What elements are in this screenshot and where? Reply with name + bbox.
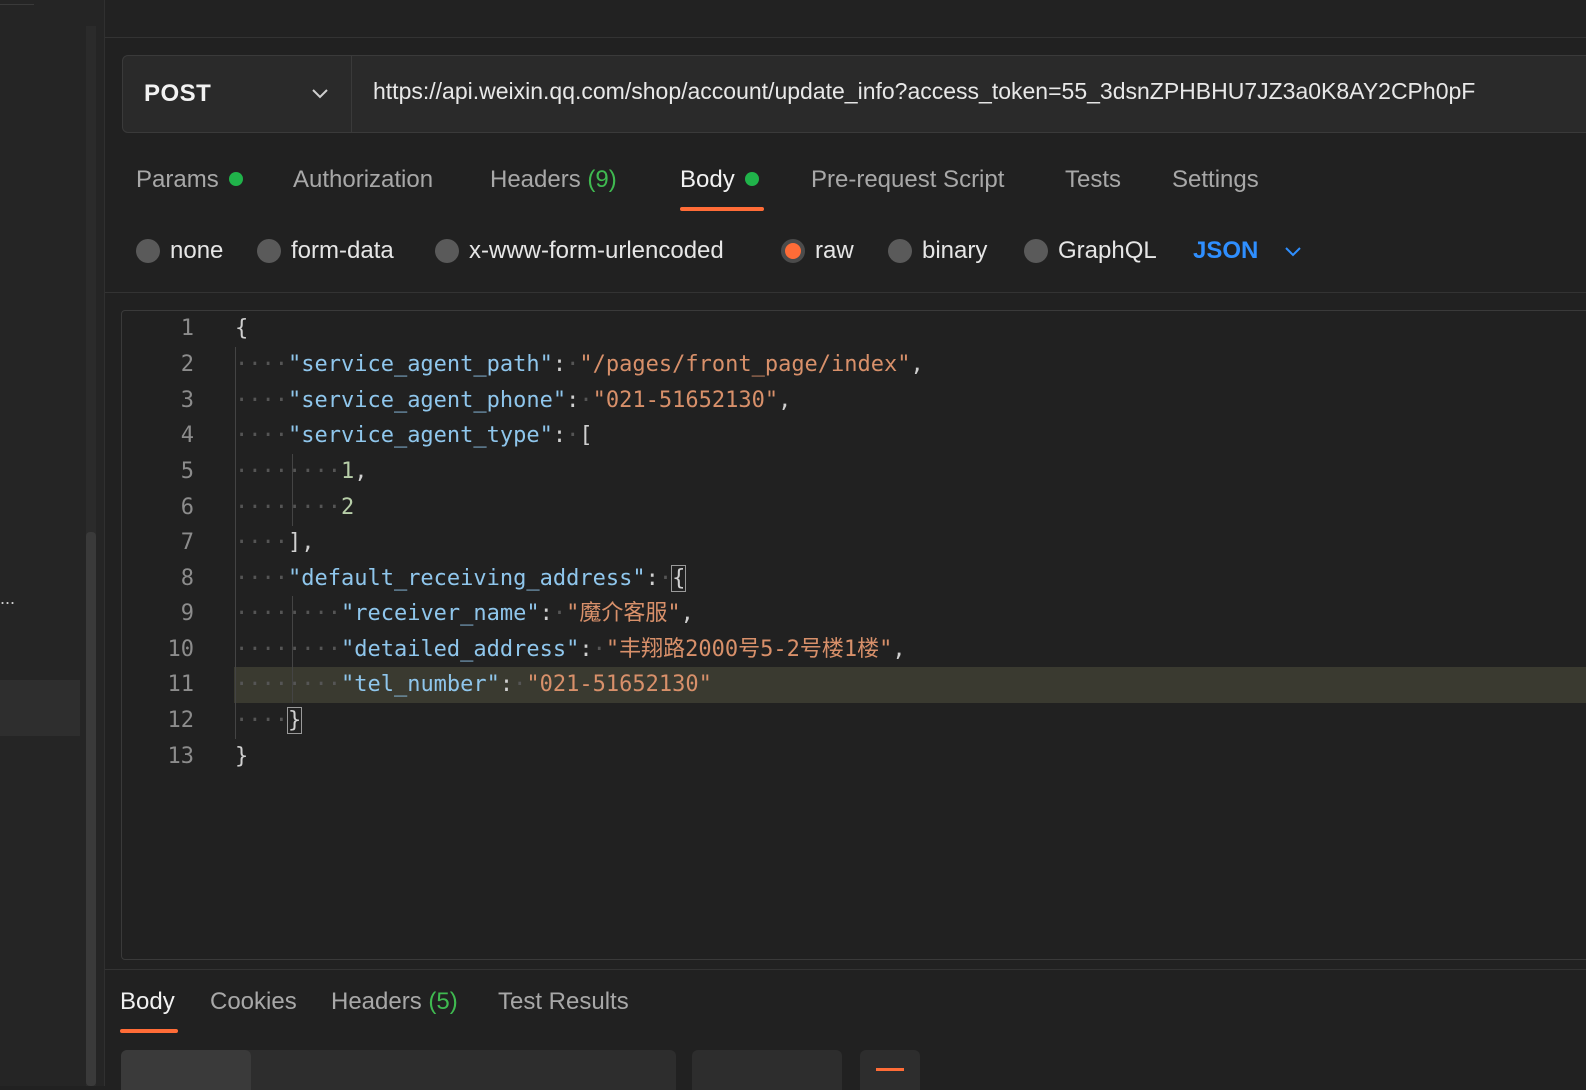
radio-circle-icon xyxy=(136,239,160,263)
divider xyxy=(105,292,1586,293)
code-line: } xyxy=(235,744,249,769)
headers-count: (9) xyxy=(587,166,617,193)
response-format-select[interactable] xyxy=(692,1050,842,1090)
tab-tests[interactable]: Tests xyxy=(1065,166,1121,194)
tab-params[interactable]: Params xyxy=(136,166,243,194)
active-tab-indicator xyxy=(680,207,764,211)
tab-pre-request-script[interactable]: Pre-request Script xyxy=(811,166,1004,194)
line-number: 2 xyxy=(180,352,194,377)
code-line: ····"service_agent_type":·[ xyxy=(235,423,593,448)
line-number: 6 xyxy=(180,495,194,520)
code-line: ········"tel_number":·"021-51652130" xyxy=(235,672,712,697)
response-tab-headers[interactable]: Headers (5) xyxy=(331,988,458,1016)
sidebar-scrollbar-thumb[interactable] xyxy=(86,532,96,1086)
sidebar-ellipsis: ... xyxy=(0,588,16,608)
response-tab-body[interactable]: Body xyxy=(120,988,175,1016)
radio-circle-icon xyxy=(435,239,459,263)
tab-authorization[interactable]: Authorization xyxy=(293,166,433,194)
tab-label: Params xyxy=(136,166,219,193)
sidebar: ... xyxy=(0,0,105,1086)
radio-label: form-data xyxy=(291,237,394,264)
code-line: ····"service_agent_path":·"/pages/front_… xyxy=(235,352,924,377)
radio-label: GraphQL xyxy=(1058,237,1157,264)
wrap-lines-button[interactable] xyxy=(860,1050,920,1090)
chevron-down-icon xyxy=(312,89,328,99)
radio-graphql[interactable]: GraphQL xyxy=(1024,237,1157,265)
divider xyxy=(105,969,1586,970)
line-number: 5 xyxy=(180,459,194,484)
tab-headers[interactable]: Headers (9) xyxy=(490,166,617,194)
tab-label: Pre-request Script xyxy=(811,166,1005,193)
tab-label: Body xyxy=(680,166,735,193)
code-line: ····"default_receiving_address":·{ xyxy=(235,565,687,592)
line-number: 8 xyxy=(180,566,194,591)
line-number: 11 xyxy=(167,672,195,697)
radio-selected-icon xyxy=(781,239,805,263)
line-number: 12 xyxy=(167,708,195,733)
sidebar-top-edge xyxy=(0,0,34,5)
response-tab-cookies[interactable]: Cookies xyxy=(210,988,297,1016)
code-line: ····} xyxy=(235,707,303,734)
code-line: ········1, xyxy=(235,459,368,484)
tab-label: Authorization xyxy=(293,166,434,193)
radio-x-www-form-urlencoded[interactable]: x-www-form-urlencoded xyxy=(435,237,724,265)
radio-label: x-www-form-urlencoded xyxy=(469,237,724,264)
method-select[interactable]: POST xyxy=(123,56,352,132)
active-tab-indicator xyxy=(120,1029,178,1033)
radio-label: binary xyxy=(922,237,988,264)
status-dot-icon xyxy=(228,171,243,186)
code-line: ········"detailed_address":·"丰翔路2000号5-2… xyxy=(235,637,906,662)
tab-label: Settings xyxy=(1172,166,1259,193)
language-select[interactable]: JSON xyxy=(1193,237,1258,265)
code-line: ····"service_agent_phone":·"021-51652130… xyxy=(235,388,792,413)
line-number: 4 xyxy=(180,423,194,448)
tab-body[interactable]: Body xyxy=(680,166,759,194)
method-label: POST xyxy=(144,80,212,107)
radio-circle-icon xyxy=(888,239,912,263)
radio-form-data[interactable]: form-data xyxy=(257,237,394,265)
line-number: 7 xyxy=(180,530,194,555)
radio-circle-icon xyxy=(257,239,281,263)
line-number: 10 xyxy=(167,637,195,662)
radio-raw[interactable]: raw xyxy=(781,237,854,265)
tab-label: Tests xyxy=(1065,166,1122,193)
line-number: 9 xyxy=(180,601,194,626)
top-bar xyxy=(105,0,1586,38)
tab-settings[interactable]: Settings xyxy=(1172,166,1259,194)
tab-label: Headers xyxy=(490,166,581,193)
radio-circle-icon xyxy=(1024,239,1048,263)
line-number: 1 xyxy=(180,316,194,341)
radio-none[interactable]: none xyxy=(136,237,223,265)
status-dot-icon xyxy=(744,171,759,186)
code-line: ········"receiver_name":·"魔介客服", xyxy=(235,601,694,626)
request-bar: POST https://api.weixin.qq.com/shop/acco… xyxy=(122,55,1586,133)
radio-label: none xyxy=(170,237,224,264)
code-line: ····], xyxy=(235,530,315,555)
chevron-down-icon[interactable] xyxy=(1282,240,1304,262)
wrap-icon xyxy=(876,1068,904,1071)
url-input[interactable]: https://api.weixin.qq.com/shop/account/u… xyxy=(373,78,1475,105)
response-tab-test-results[interactable]: Test Results xyxy=(498,988,629,1016)
line-number: 13 xyxy=(167,744,195,769)
code-line: { xyxy=(235,316,249,341)
line-number: 3 xyxy=(180,388,194,413)
response-view-selected-segment[interactable] xyxy=(121,1050,251,1090)
radio-binary[interactable]: binary xyxy=(888,237,987,265)
response-headers-count: (5) xyxy=(428,988,458,1015)
code-line: ········2 xyxy=(235,495,355,520)
sidebar-selected-item[interactable] xyxy=(0,680,80,736)
code-editor[interactable]: 1 2 3 4 5 6 7 8 9 10 11 12 13 { ····"ser… xyxy=(121,310,1586,960)
tab-label: Headers xyxy=(331,988,422,1015)
radio-label: raw xyxy=(815,237,854,264)
